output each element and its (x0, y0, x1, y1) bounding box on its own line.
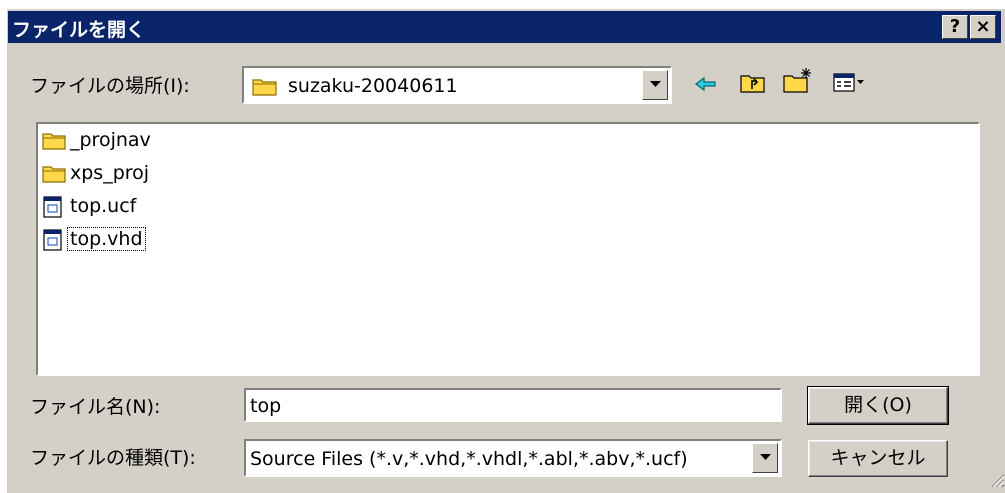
location-combobox[interactable]: suzaku-20040611 (242, 66, 672, 104)
filetype-value: Source Files (*.v,*.vhd,*.vhdl,*.abl,*.a… (250, 448, 688, 470)
location-label: ファイルの場所(I): (30, 75, 190, 97)
location-value: suzaku-20040611 (288, 75, 458, 97)
back-arrow-icon[interactable] (695, 75, 717, 97)
title-bar: ファイルを開く ? × (8, 11, 1001, 43)
window-title: ファイルを開く (12, 19, 146, 41)
folder-icon (42, 130, 66, 155)
list-item-label: top.vhd (67, 227, 146, 251)
chevron-down-icon (650, 81, 661, 87)
filetype-label: ファイルの種類(T): (30, 447, 196, 469)
close-button[interactable]: × (970, 15, 996, 39)
view-menu-icon[interactable] (833, 73, 865, 98)
list-item-label: _projnav (70, 129, 151, 151)
up-folder-icon[interactable] (740, 71, 766, 98)
open-file-dialog: ファイルを開く ? × ファイルの場所(I): suzaku-20040611 (6, 8, 1005, 493)
filename-label: ファイル名(N): (30, 396, 161, 418)
file-list[interactable]: _projnav xps_proj top.ucf top.vhd (36, 122, 980, 376)
folder-icon (42, 163, 66, 188)
filename-value: top (250, 395, 282, 417)
folder-icon (252, 76, 278, 101)
filetype-combobox[interactable]: Source Files (*.v,*.vhd,*.vhdl,*.abl,*.a… (244, 439, 782, 477)
file-icon (42, 196, 64, 223)
list-item-label: xps_proj (70, 162, 150, 184)
filename-input[interactable]: top (244, 388, 782, 422)
new-folder-icon[interactable] (783, 67, 813, 98)
filetype-dropdown-button[interactable] (752, 443, 778, 473)
chevron-down-icon (760, 454, 771, 460)
help-button[interactable]: ? (942, 15, 968, 39)
location-dropdown-button[interactable] (642, 70, 668, 100)
file-icon (42, 229, 64, 256)
open-button[interactable]: 開く(O) (807, 386, 949, 425)
list-item-label: top.ucf (70, 195, 137, 217)
resize-grip-icon[interactable] (989, 471, 1005, 493)
cancel-button[interactable]: キャンセル (808, 440, 948, 477)
